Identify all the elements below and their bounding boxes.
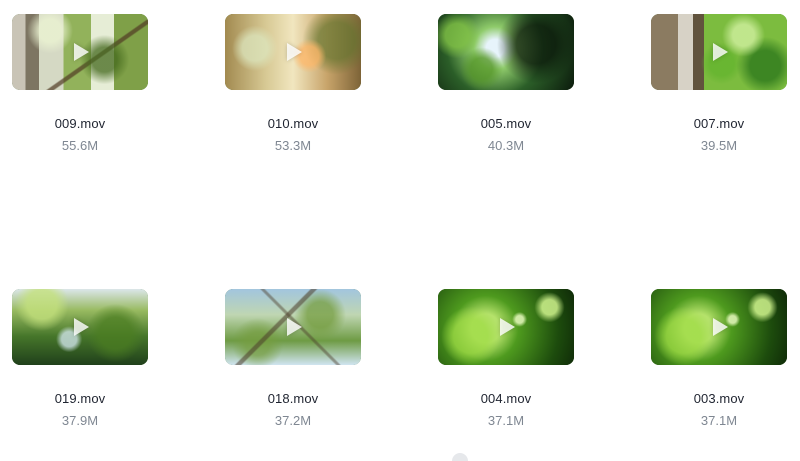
- file-size: 39.5M: [700, 138, 738, 153]
- video-file-tile[interactable]: 010.mov 53.3M: [213, 0, 373, 170]
- video-thumbnail[interactable]: [225, 14, 361, 90]
- video-thumbnail[interactable]: [651, 14, 787, 90]
- video-file-tile[interactable]: 004.mov 37.1M: [426, 275, 586, 445]
- play-icon: [713, 43, 728, 61]
- video-file-tile[interactable]: 019.mov 37.9M: [0, 275, 160, 445]
- play-icon: [287, 318, 302, 336]
- file-name: 007.mov: [693, 116, 745, 131]
- video-thumbnail[interactable]: [438, 289, 574, 365]
- file-size: 37.1M: [700, 413, 738, 428]
- video-thumbnail[interactable]: [12, 289, 148, 365]
- video-thumbnail[interactable]: [225, 289, 361, 365]
- file-size: 37.2M: [274, 413, 312, 428]
- file-name: 003.mov: [693, 391, 745, 406]
- video-file-tile[interactable]: 007.mov 39.5M: [639, 0, 799, 170]
- play-icon: [74, 43, 89, 61]
- video-file-tile[interactable]: 018.mov 37.2M: [213, 275, 373, 445]
- video-thumbnail[interactable]: [438, 14, 574, 90]
- play-icon: [74, 318, 89, 336]
- play-icon: [713, 318, 728, 336]
- file-name: 009.mov: [54, 116, 106, 131]
- video-file-tile[interactable]: 009.mov 55.6M: [0, 0, 160, 170]
- file-size: 55.6M: [61, 138, 99, 153]
- play-icon: [500, 318, 515, 336]
- video-file-grid: 009.mov 55.6M 010.mov 53.3M 005.mov 40.3…: [0, 0, 800, 461]
- video-thumbnail[interactable]: [651, 289, 787, 365]
- file-size: 37.1M: [487, 413, 525, 428]
- file-size: 37.9M: [61, 413, 99, 428]
- video-file-tile[interactable]: 003.mov 37.1M: [639, 275, 799, 445]
- video-thumbnail[interactable]: [12, 14, 148, 90]
- file-size: 40.3M: [487, 138, 525, 153]
- file-size: 53.3M: [274, 138, 312, 153]
- file-name: 018.mov: [267, 391, 319, 406]
- file-name: 005.mov: [480, 116, 532, 131]
- file-name: 004.mov: [480, 391, 532, 406]
- file-name: 010.mov: [267, 116, 319, 131]
- play-icon: [287, 43, 302, 61]
- scroll-indicator: [452, 453, 468, 461]
- thumbnail-image-overlay: [438, 14, 574, 90]
- file-name: 019.mov: [54, 391, 106, 406]
- video-file-tile[interactable]: 005.mov 40.3M: [426, 0, 586, 170]
